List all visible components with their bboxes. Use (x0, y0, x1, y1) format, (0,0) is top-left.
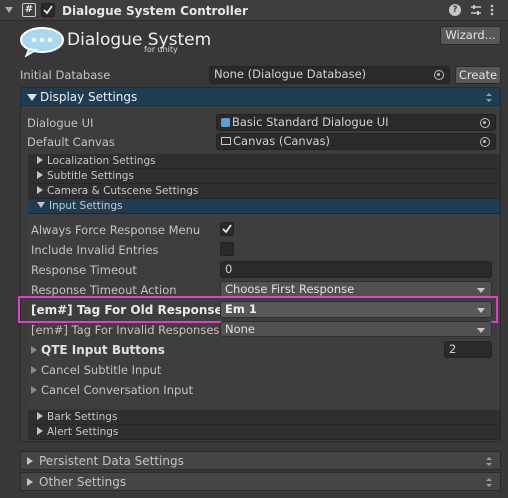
alert-settings-foldout[interactable]: Alert Settings (28, 425, 500, 440)
collapsed-arrow-icon (37, 171, 43, 179)
scroll-arrows-icon (486, 93, 492, 102)
object-picker-icon[interactable] (480, 137, 490, 147)
help-icon[interactable]: ? (449, 4, 461, 16)
collapsed-arrow-icon (37, 427, 43, 435)
dialogue-ui-label: Dialogue UI (27, 116, 94, 130)
subtitle-settings-foldout[interactable]: Subtitle Settings (28, 169, 500, 184)
localization-settings-foldout[interactable]: Localization Settings (28, 154, 500, 169)
collapsed-arrow-icon (37, 186, 43, 194)
scroll-arrows-icon (486, 478, 492, 487)
collapsed-arrow-icon (31, 366, 37, 374)
scroll-arrows-icon (486, 457, 492, 466)
tag-invalid-responses-label: [em#] Tag For Invalid Responses (31, 323, 220, 337)
display-settings-header[interactable]: Display Settings (20, 87, 501, 106)
camera-settings-foldout[interactable]: Camera & Cutscene Settings (28, 184, 500, 199)
qte-count-field[interactable]: 2 (444, 341, 492, 358)
other-settings-header[interactable]: Other Settings (20, 472, 501, 491)
bark-settings-foldout[interactable]: Bark Settings (28, 410, 500, 425)
tag-invalid-responses-value: None (225, 322, 256, 336)
checkmark-icon (43, 5, 53, 15)
highlight-box (18, 296, 498, 323)
initial-database-value: None (Dialogue Database) (214, 67, 367, 81)
enabled-checkbox[interactable] (41, 3, 55, 17)
wizard-button[interactable]: Wizard... (440, 26, 501, 45)
collapsed-arrow-icon (31, 346, 37, 354)
script-hash-icon: # (22, 3, 36, 17)
collapsed-arrow-icon (31, 386, 37, 394)
display-settings-title: Display Settings (40, 90, 138, 104)
camera-settings-label: Camera & Cutscene Settings (47, 185, 199, 197)
input-settings-foldout[interactable]: Input Settings (28, 199, 500, 214)
dropdown-arrow-icon (477, 288, 485, 293)
default-canvas-field[interactable]: Canvas (Canvas) (216, 133, 496, 150)
cancel-subtitle-input-foldout[interactable]: Cancel Subtitle Input (31, 362, 161, 378)
input-settings-label: Input Settings (49, 200, 123, 212)
dialogue-ui-field[interactable]: Basic Standard Dialogue UI (216, 114, 496, 131)
collapsed-arrow-icon (37, 412, 43, 420)
preset-icon[interactable] (470, 4, 482, 16)
alert-settings-label: Alert Settings (47, 426, 119, 438)
logo-title: Dialogue System (67, 30, 212, 50)
persistent-data-label: Persistent Data Settings (39, 454, 184, 468)
collapsed-arrow-icon (27, 457, 33, 465)
timeout-action-value: Choose First Response (225, 282, 355, 296)
response-timeout-field[interactable]: 0 (220, 261, 492, 278)
dropdown-arrow-icon (477, 328, 485, 333)
canvas-icon (221, 137, 231, 145)
persistent-data-header[interactable]: Persistent Data Settings (20, 451, 501, 470)
initial-database-label: Initial Database (20, 68, 111, 82)
dialogue-ui-value: Basic Standard Dialogue UI (232, 115, 389, 129)
other-settings-label: Other Settings (39, 475, 127, 489)
include-invalid-label: Include Invalid Entries (31, 243, 159, 257)
component-title: Dialogue System Controller (62, 4, 248, 18)
expand-arrow-icon (27, 94, 37, 101)
timeout-action-dropdown[interactable]: Choose First Response (220, 281, 492, 297)
collapsed-arrow-icon (27, 478, 33, 486)
cancel-conversation-input-foldout[interactable]: Cancel Conversation Input (31, 382, 193, 398)
include-invalid-checkbox[interactable] (220, 242, 234, 256)
foldout-arrow-icon[interactable] (5, 7, 13, 13)
collapsed-arrow-icon (37, 156, 43, 164)
qte-input-buttons-label: QTE Input Buttons (41, 343, 165, 357)
default-canvas-value: Canvas (Canvas) (233, 134, 331, 148)
context-menu-icon[interactable] (489, 3, 495, 17)
cancel-conversation-input-label: Cancel Conversation Input (41, 383, 194, 397)
always-force-checkbox[interactable] (220, 222, 234, 236)
always-force-label: Always Force Response Menu (31, 223, 201, 237)
default-canvas-label: Default Canvas (27, 135, 115, 149)
response-timeout-label: Response Timeout (31, 263, 137, 277)
initial-database-field[interactable]: None (Dialogue Database) (209, 66, 450, 84)
create-button[interactable]: Create (455, 66, 501, 84)
logo-subtitle: for unity (144, 45, 178, 54)
cancel-subtitle-input-label: Cancel Subtitle Input (41, 363, 162, 377)
speech-bubble-logo-icon (19, 27, 65, 58)
subtitle-settings-label: Subtitle Settings (47, 170, 134, 182)
tag-invalid-responses-dropdown[interactable]: None (220, 321, 492, 337)
object-picker-icon[interactable] (480, 118, 490, 128)
qte-input-buttons-foldout[interactable]: QTE Input Buttons (31, 342, 165, 358)
object-picker-icon[interactable] (434, 70, 444, 80)
expanded-arrow-icon (37, 202, 45, 208)
prefab-icon (221, 118, 230, 127)
checkmark-icon (222, 224, 232, 234)
localization-settings-label: Localization Settings (47, 155, 156, 167)
bark-settings-label: Bark Settings (47, 411, 118, 423)
